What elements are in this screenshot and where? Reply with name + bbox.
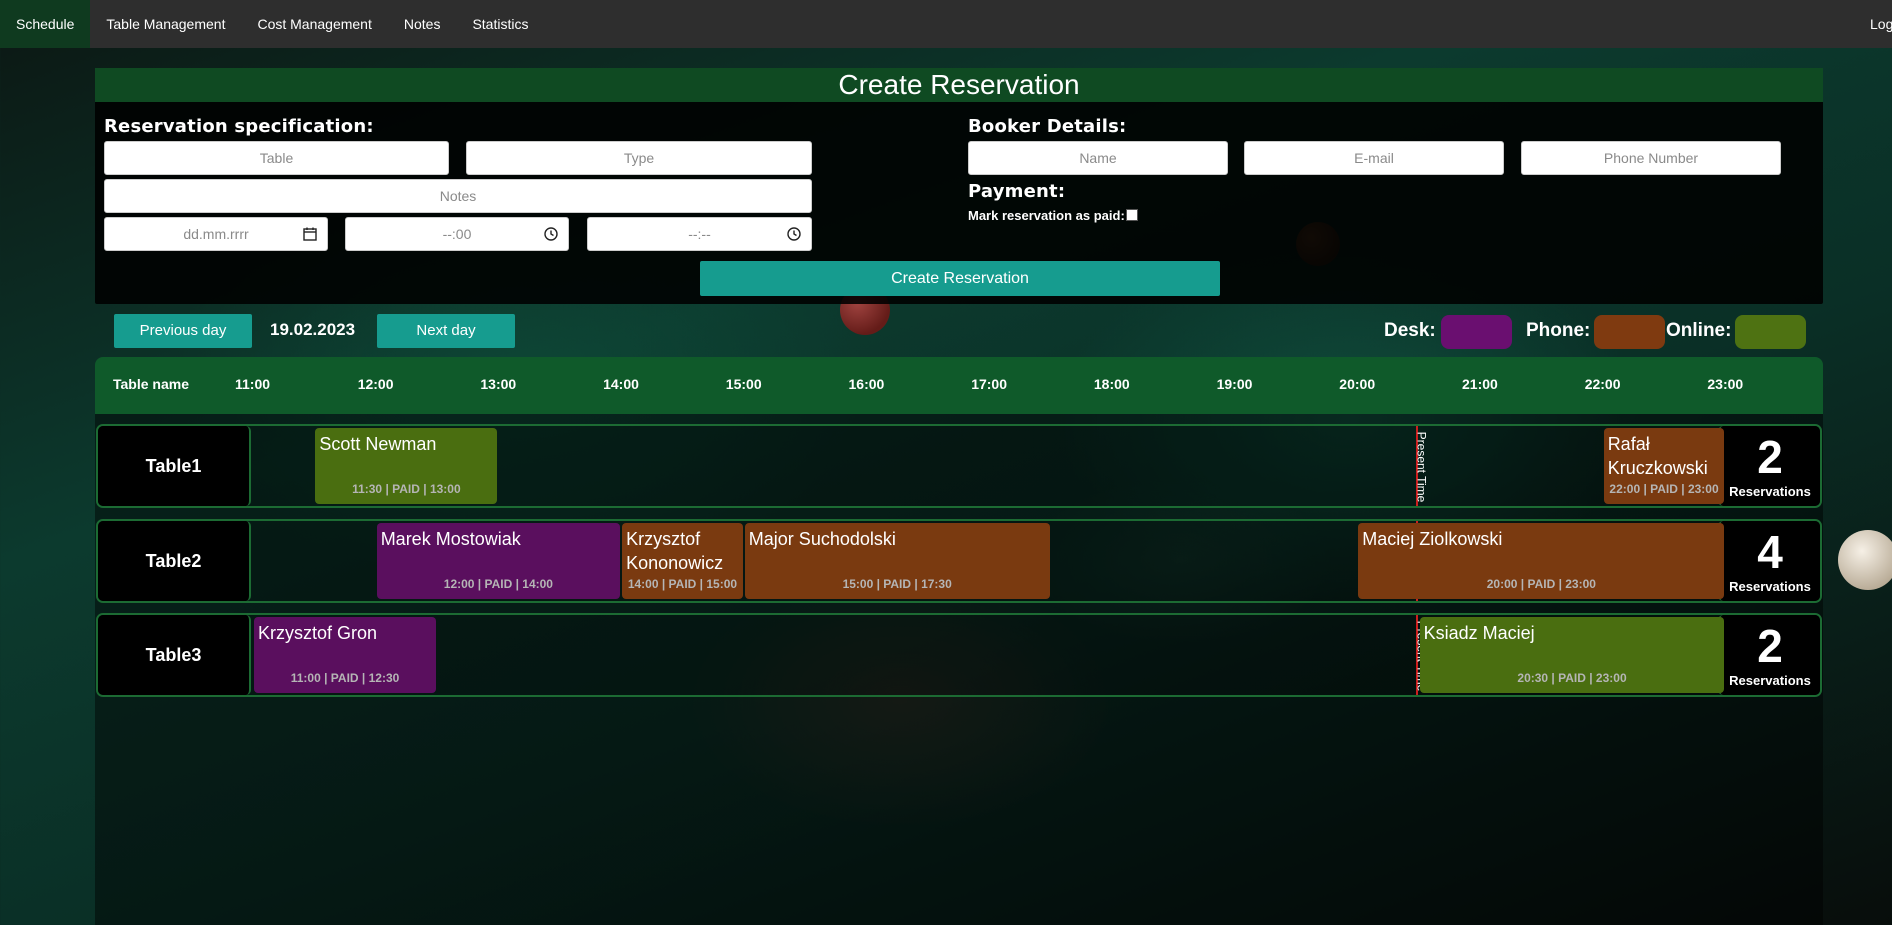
hour-label: 11:00 xyxy=(235,376,271,392)
reservation-count-number: 2 xyxy=(1757,620,1783,672)
hour-label: 23:00 xyxy=(1707,376,1744,392)
clock-icon xyxy=(787,227,801,241)
email-input[interactable]: E-mail xyxy=(1244,141,1504,175)
payment-title: Payment: xyxy=(968,181,1066,202)
reservation-count: 2 Reservations xyxy=(1718,426,1820,506)
nav-logout[interactable]: Logout xyxy=(1862,0,1892,48)
clock-icon xyxy=(544,227,558,241)
billiard-ball-white xyxy=(1838,530,1892,590)
table-input[interactable]: Table xyxy=(104,141,449,175)
nav-statistics[interactable]: Statistics xyxy=(456,0,544,48)
table-row: Table24ReservationsPresent TimeMarek Mos… xyxy=(96,519,1822,603)
reservation-booker: Major Suchodolski xyxy=(748,529,896,549)
reservation-spec-title: Reservation specification: xyxy=(104,116,374,137)
nav-notes[interactable]: Notes xyxy=(388,0,457,48)
time-from-placeholder: --:00 xyxy=(442,226,472,242)
time-to-placeholder: --:-- xyxy=(688,226,711,242)
reservation-booker: Marek Mostowiak xyxy=(380,529,521,549)
reservation-block[interactable]: Krzysztof Gron 11:00 | PAID | 12:30 xyxy=(254,617,437,693)
table-row: Table32ReservationsPresent TimeKrzysztof… xyxy=(96,613,1822,697)
legend-phone-swatch xyxy=(1594,315,1665,349)
hour-label: 21:00 xyxy=(1462,376,1498,392)
current-date: 19.02.2023 xyxy=(270,320,356,339)
reservation-time-status: 11:30 | PAID | 13:00 xyxy=(352,482,461,496)
previous-day-button[interactable]: Previous day xyxy=(114,314,252,348)
reservation-count-label: Reservations xyxy=(1729,484,1811,499)
hour-label: 12:00 xyxy=(357,376,394,392)
mark-paid-checkbox[interactable] xyxy=(1125,209,1138,221)
table-name[interactable]: Table1 xyxy=(98,426,251,506)
reservation-time-status: 14:00 | PAID | 15:00 xyxy=(627,577,738,591)
date-input[interactable]: dd.mm.rrrr xyxy=(104,217,328,251)
table-name[interactable]: Table3 xyxy=(98,615,251,695)
reservation-block[interactable]: Ksiadz Maciej 20:30 | PAID | 23:00 xyxy=(1419,617,1725,693)
hour-label: 22:00 xyxy=(1584,376,1621,392)
date-placeholder: dd.mm.rrrr xyxy=(183,226,249,242)
reservation-time-status: 22:00 | PAID | 23:00 xyxy=(1609,482,1719,496)
table-row: Table1 2 Reservations Present Time Scott New… xyxy=(96,424,1822,508)
mark-paid-label: Mark reservation as paid: xyxy=(968,208,1125,223)
legend-online-swatch xyxy=(1735,315,1806,349)
reservation-block[interactable]: Scott Newman 11:30 | PAID | 13:00 xyxy=(315,428,498,504)
reservation-booker: Rafał Kruczkowski xyxy=(1607,434,1708,478)
time-from-input[interactable]: --:00 xyxy=(345,217,569,251)
reservation-time-status: 15:00 | PAID | 17:30 xyxy=(842,577,952,591)
create-reservation-panel: Create Reservation Reservation specifica… xyxy=(95,68,1823,304)
reservation-booker: Ksiadz Maciej xyxy=(1423,623,1535,643)
reservation-time-status: 20:30 | PAID | 23:00 xyxy=(1517,671,1627,685)
mark-paid-row: Mark reservation as paid: xyxy=(968,208,1138,223)
hour-label: 19:00 xyxy=(1216,376,1253,392)
create-reservation-button[interactable]: Create Reservation xyxy=(700,261,1220,296)
table-name-header: Table name xyxy=(113,376,189,392)
reservation-block[interactable]: Maciej Ziolkowski 20:00 | PAID | 23:00 xyxy=(1358,523,1725,599)
top-nav: Schedule Table Management Cost Managemen… xyxy=(0,0,1892,48)
legend-desk-label: Desk: xyxy=(1384,320,1436,341)
hour-label: 14:00 xyxy=(603,376,639,392)
nav-table-management[interactable]: Table Management xyxy=(90,0,241,48)
reservation-count-number: 2 xyxy=(1757,431,1783,483)
present-time-label: Present Time xyxy=(1413,431,1428,503)
hour-label: 17:00 xyxy=(971,376,1007,392)
reservation-count: 2 Reservations xyxy=(1718,615,1820,695)
phone-input[interactable]: Phone Number xyxy=(1521,141,1781,175)
reservation-booker: Krzysztof Kononowicz xyxy=(626,529,724,573)
reservation-booker: Maciej Ziolkowski xyxy=(1362,529,1503,549)
hour-label: 13:00 xyxy=(480,376,517,392)
name-input[interactable]: Name xyxy=(968,141,1228,175)
next-day-button[interactable]: Next day xyxy=(377,314,515,348)
reservation-count: 4 Reservations xyxy=(1718,521,1820,601)
legend-desk-swatch xyxy=(1441,315,1512,349)
reservation-time-status: 20:00 | PAID | 23:00 xyxy=(1486,577,1596,591)
hour-label: 20:00 xyxy=(1339,376,1376,392)
hour-label: 16:00 xyxy=(848,376,885,392)
type-input[interactable]: Type xyxy=(466,141,812,175)
reservation-count-number: 4 xyxy=(1757,526,1783,578)
reservation-booker: Krzysztof Gron xyxy=(258,623,378,643)
calendar-icon xyxy=(303,227,317,241)
booker-details-title: Booker Details: xyxy=(968,116,1127,137)
reservation-block[interactable]: Rafał Kruczkowski 22:00 | PAID | 23:00 xyxy=(1603,428,1725,504)
notes-input[interactable]: Notes xyxy=(104,179,812,213)
reservation-time-status: 11:00 | PAID | 12:30 xyxy=(290,671,400,685)
reservation-time-status: 12:00 | PAID | 14:00 xyxy=(443,577,553,591)
nav-cost-management[interactable]: Cost Management xyxy=(241,0,387,48)
hour-label: 15:00 xyxy=(725,376,762,392)
create-reservation-title: Create Reservation xyxy=(95,68,1823,102)
reservation-count-label: Reservations xyxy=(1729,673,1811,688)
reservation-block[interactable]: Krzysztof Kononowicz 14:00 | PAID | 15:00 xyxy=(622,523,743,599)
reservation-booker: Scott Newman xyxy=(319,434,437,454)
reservation-block[interactable]: Marek Mostowiak 12:00 | PAID | 14:00 xyxy=(376,523,621,599)
legend-phone-label: Phone: xyxy=(1526,320,1591,341)
legend-online-label: Online: xyxy=(1666,320,1732,341)
nav-schedule[interactable]: Schedule xyxy=(0,0,91,48)
table-name[interactable]: Table2 xyxy=(98,521,251,601)
time-to-input[interactable]: --:-- xyxy=(587,217,812,251)
reservation-count-label: Reservations xyxy=(1729,579,1811,594)
reservation-block[interactable]: Major Suchodolski 15:00 | PAID | 17:30 xyxy=(744,523,1050,599)
schedule-header: Table name 11:00 12:00 13:00 14:00 15:00 16:0… xyxy=(95,357,1823,414)
hour-label: 18:00 xyxy=(1093,376,1130,392)
